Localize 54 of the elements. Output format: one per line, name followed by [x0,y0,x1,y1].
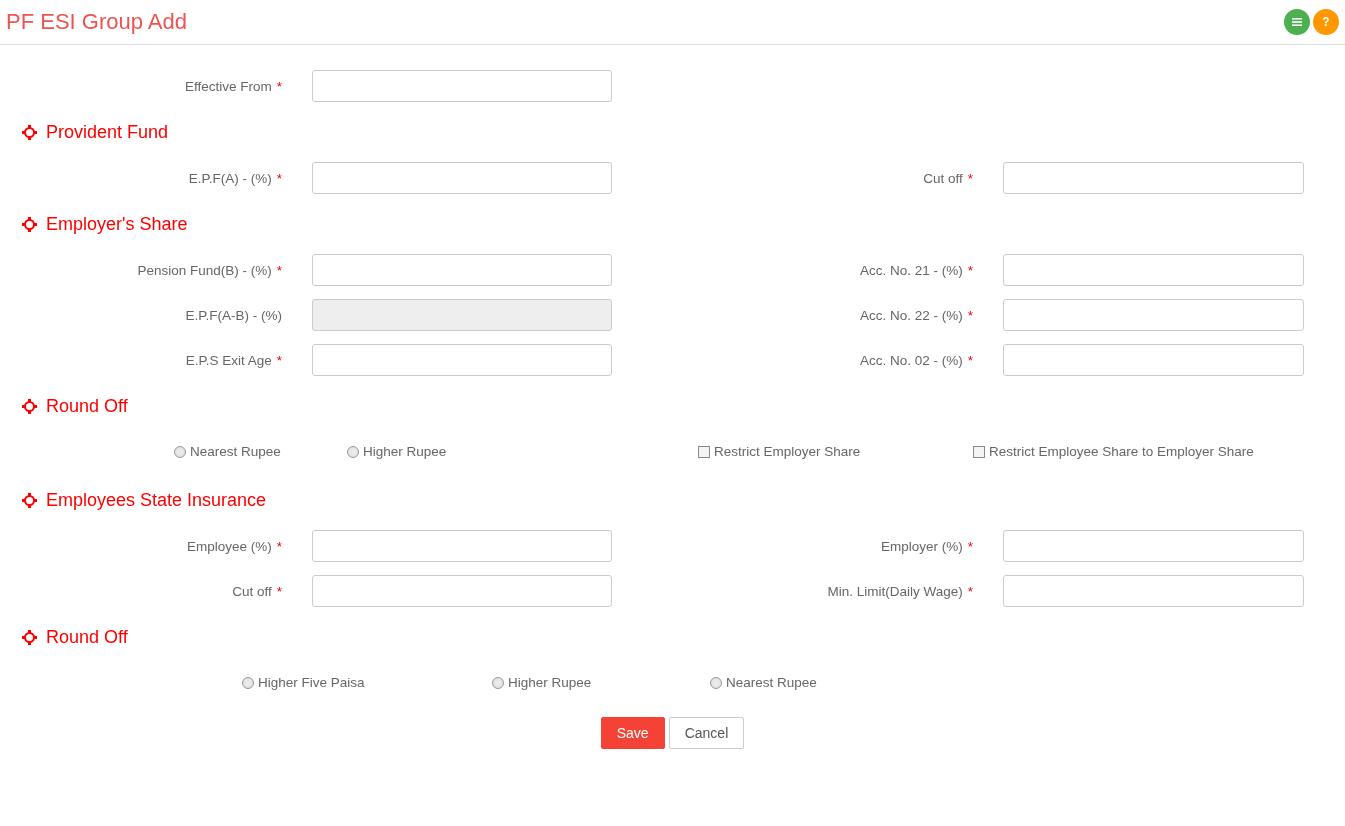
checkbox-icon[interactable] [973,445,985,458]
crosshair-icon [22,493,37,508]
input-field[interactable] [312,530,612,562]
radio-icon[interactable] [710,676,722,689]
field-label: Acc. No. 22 - (%) * [859,307,973,323]
radio-option[interactable]: Higher Five Paisa [242,675,492,690]
field-label: E.P.F(A) - (%) * [188,170,282,186]
field-label: Employer (%) * [880,538,973,554]
section-heading: Round Off [46,396,128,417]
radio-option[interactable]: Higher Rupee [492,675,710,690]
checkbox-icon[interactable] [698,445,710,458]
cancel-button[interactable]: Cancel [668,717,745,749]
section-heading: Provident Fund [46,122,169,143]
input-field[interactable] [1003,344,1304,376]
radio-icon[interactable] [174,445,186,458]
radio-icon[interactable] [242,676,254,689]
radio-icon[interactable] [492,676,504,689]
input-field[interactable] [1003,254,1304,286]
crosshair-icon [22,399,37,414]
save-button[interactable]: Save [600,717,665,749]
page-title: PF ESI Group Add [6,9,187,35]
input-field[interactable] [1003,575,1304,607]
input-field[interactable] [1003,162,1304,194]
crosshair-icon [22,630,37,645]
input-field[interactable] [1003,530,1304,562]
field-label: Acc. No. 02 - (%) * [859,352,973,368]
radio-option[interactable]: Nearest Rupee [710,675,817,690]
field-label: Cut off * [232,583,282,599]
input-field[interactable] [312,344,612,376]
checkbox-option[interactable]: Restrict Employee Share to Employer Share [973,444,1254,459]
input-field[interactable] [312,254,612,286]
checkbox-option[interactable]: Restrict Employer Share [698,444,973,459]
input-field[interactable] [312,575,612,607]
field-label: Employee (%) * [186,538,282,554]
radio-icon[interactable] [347,445,359,458]
field-label: E.P.S Exit Age * [185,352,282,368]
field-label: Effective From * [184,78,282,94]
section-heading: Employer's Share [46,214,188,235]
crosshair-icon [22,125,37,140]
field-label: Pension Fund(B) - (%) * [137,262,282,278]
section-heading: Round Off [46,627,128,648]
radio-option[interactable]: Nearest Rupee [174,444,347,459]
crosshair-icon [22,217,37,232]
field-label: Acc. No. 21 - (%) * [859,262,973,278]
field-label: E.P.F(A-B) - (%) [185,307,282,323]
input-field[interactable] [312,162,612,194]
field-label: Min. Limit(Daily Wage) * [827,583,973,599]
input-field[interactable] [1003,299,1304,331]
field-label: Cut off * [923,170,973,186]
section-heading: Employees State Insurance [46,490,267,511]
radio-option[interactable]: Higher Rupee [347,444,698,459]
input-field[interactable] [312,70,612,102]
menu-button[interactable] [1284,9,1310,35]
menu-icon [1292,18,1302,26]
